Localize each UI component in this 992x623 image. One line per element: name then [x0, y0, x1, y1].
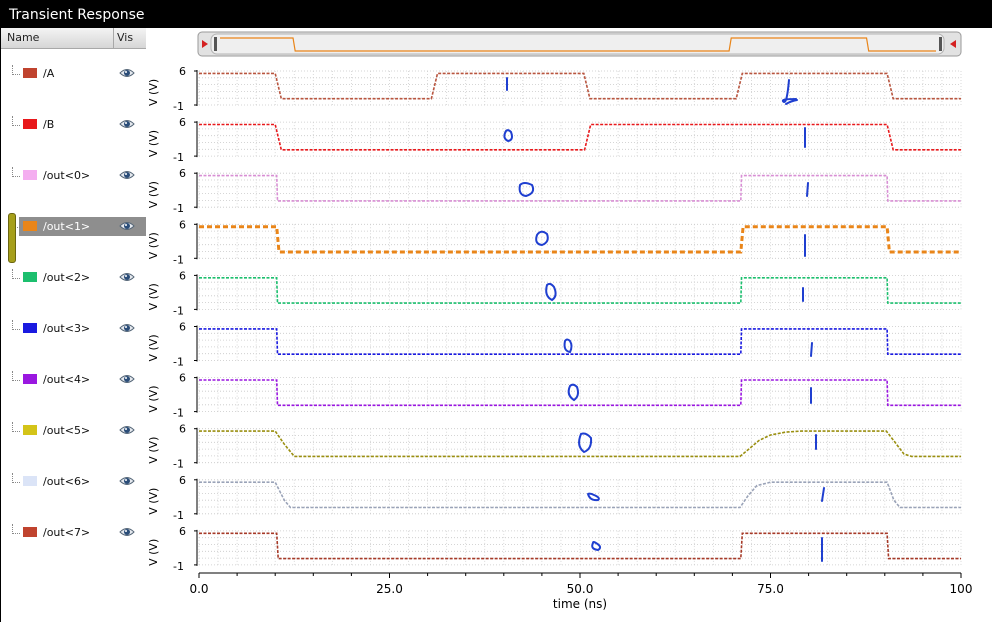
signal-row[interactable]: /A — [1, 64, 146, 84]
signal-row[interactable]: /out<4> — [1, 370, 146, 390]
y-axis-label: V (V) — [147, 79, 160, 106]
tree-connector — [12, 269, 20, 279]
x-tick-label: 100 — [950, 582, 973, 596]
handwritten-annotation — [810, 342, 813, 357]
signal-color-swatch — [23, 527, 37, 537]
x-axis-label: time (ns) — [553, 597, 607, 611]
visibility-eye-icon[interactable] — [119, 322, 135, 334]
tree-connector — [12, 65, 20, 75]
signal-row[interactable]: /out<3> — [1, 319, 146, 339]
y-axis-label: V (V) — [147, 437, 160, 464]
signal-label[interactable]: /out<3> — [43, 322, 90, 335]
y-axis-label: V (V) — [147, 130, 160, 157]
y-tick-label: -1 — [173, 304, 184, 317]
signal-label[interactable]: /out<1> — [43, 220, 90, 233]
tree-connector — [12, 473, 20, 483]
handwritten-annotation — [806, 182, 809, 197]
y-tick-label: 6 — [179, 167, 186, 180]
column-header-vis[interactable]: Vis — [117, 31, 133, 44]
signal-color-swatch — [23, 323, 37, 333]
y-axis-label: V (V) — [147, 385, 160, 412]
y-axis-label: V (V) — [147, 181, 160, 208]
x-tick-label: 50.0 — [567, 582, 594, 596]
y-tick-label: 6 — [179, 372, 186, 385]
visibility-eye-icon[interactable] — [119, 67, 135, 79]
y-tick-label: 6 — [179, 525, 186, 538]
signal-color-swatch — [23, 272, 37, 282]
window-titlebar: Transient Response — [0, 0, 992, 28]
y-tick-label: 6 — [179, 65, 186, 78]
y-tick-label: -1 — [173, 100, 184, 113]
signal-row[interactable]: /out<2> — [1, 268, 146, 288]
tree-connector — [12, 320, 20, 330]
y-tick-label: -1 — [173, 253, 184, 266]
signal-label[interactable]: /out<6> — [43, 475, 90, 488]
signal-row[interactable]: /out<5> — [1, 421, 146, 441]
signal-label[interactable]: /A — [43, 67, 54, 80]
visibility-eye-icon[interactable] — [119, 271, 135, 283]
signal-color-swatch — [23, 119, 37, 129]
y-tick-label: -1 — [173, 407, 184, 420]
signal-color-swatch — [23, 476, 37, 486]
y-tick-label: 6 — [179, 423, 186, 436]
column-header-name[interactable]: Name — [7, 31, 39, 44]
y-tick-label: 6 — [179, 116, 186, 129]
window-title: Transient Response — [9, 7, 145, 23]
tree-connector — [12, 524, 20, 534]
tree-connector — [12, 371, 20, 381]
signal-label[interactable]: /out<0> — [43, 169, 90, 182]
selection-marker — [8, 213, 16, 263]
visibility-eye-icon[interactable] — [119, 118, 135, 130]
y-axis-label: V (V) — [147, 539, 160, 566]
signal-row[interactable]: /out<7> — [1, 523, 146, 543]
y-tick-label: -1 — [173, 356, 184, 369]
visibility-eye-icon[interactable] — [119, 169, 135, 181]
signal-color-swatch — [23, 425, 37, 435]
visibility-eye-icon[interactable] — [119, 475, 135, 487]
signal-label[interactable]: /out<5> — [43, 424, 90, 437]
y-axis-label: V (V) — [147, 334, 160, 361]
tree-connector — [12, 167, 20, 177]
thumb-grip-left[interactable] — [214, 37, 217, 51]
y-tick-label: -1 — [173, 202, 184, 215]
signal-list-panel: Name Vis /A/B/out<0> /out<1> /out<2> /out<3… — [1, 28, 147, 622]
tree-connector — [12, 116, 20, 126]
column-separator[interactable] — [113, 28, 114, 48]
thumb-grip-right[interactable] — [939, 37, 942, 51]
visibility-eye-icon[interactable] — [119, 373, 135, 385]
visibility-eye-icon[interactable] — [119, 220, 135, 232]
signal-color-swatch — [23, 170, 37, 180]
visibility-eye-icon[interactable] — [119, 526, 135, 538]
x-tick-label: 25.0 — [376, 582, 403, 596]
signal-row[interactable]: /out<1> — [1, 217, 146, 237]
signal-color-swatch — [23, 221, 37, 231]
signal-list-header: Name Vis — [1, 28, 146, 49]
y-tick-label: 6 — [179, 269, 186, 282]
y-tick-label: -1 — [173, 151, 184, 164]
signal-label[interactable]: /out<4> — [43, 373, 90, 386]
x-tick-label: 0.0 — [189, 582, 208, 596]
x-tick-label: 75.0 — [757, 582, 784, 596]
visibility-eye-icon[interactable] — [119, 424, 135, 436]
signal-row[interactable]: /B — [1, 115, 146, 135]
y-axis-label: V (V) — [147, 488, 160, 515]
y-tick-label: -1 — [173, 509, 184, 522]
signal-color-swatch — [23, 68, 37, 78]
signal-color-swatch — [23, 374, 37, 384]
y-axis-label: V (V) — [147, 283, 160, 310]
tree-connector — [12, 422, 20, 432]
y-axis-label: V (V) — [147, 232, 160, 259]
signal-row[interactable]: /out<0> — [1, 166, 146, 186]
y-tick-label: -1 — [173, 560, 184, 573]
y-tick-label: 6 — [179, 321, 186, 334]
waveform-plot[interactable]: 6 -1 V (V) 6 -1 V (V) 6 -1 V (V) 6 -1 V (V) 6 -1 V (V)… — [146, 28, 992, 622]
y-tick-label: -1 — [173, 458, 184, 471]
signal-label[interactable]: /out<7> — [43, 526, 90, 539]
y-tick-label: 6 — [179, 218, 186, 231]
signal-label[interactable]: /out<2> — [43, 271, 90, 284]
signal-label[interactable]: /B — [43, 118, 54, 131]
signal-row[interactable]: /out<6> — [1, 472, 146, 492]
y-tick-label: 6 — [179, 474, 186, 487]
